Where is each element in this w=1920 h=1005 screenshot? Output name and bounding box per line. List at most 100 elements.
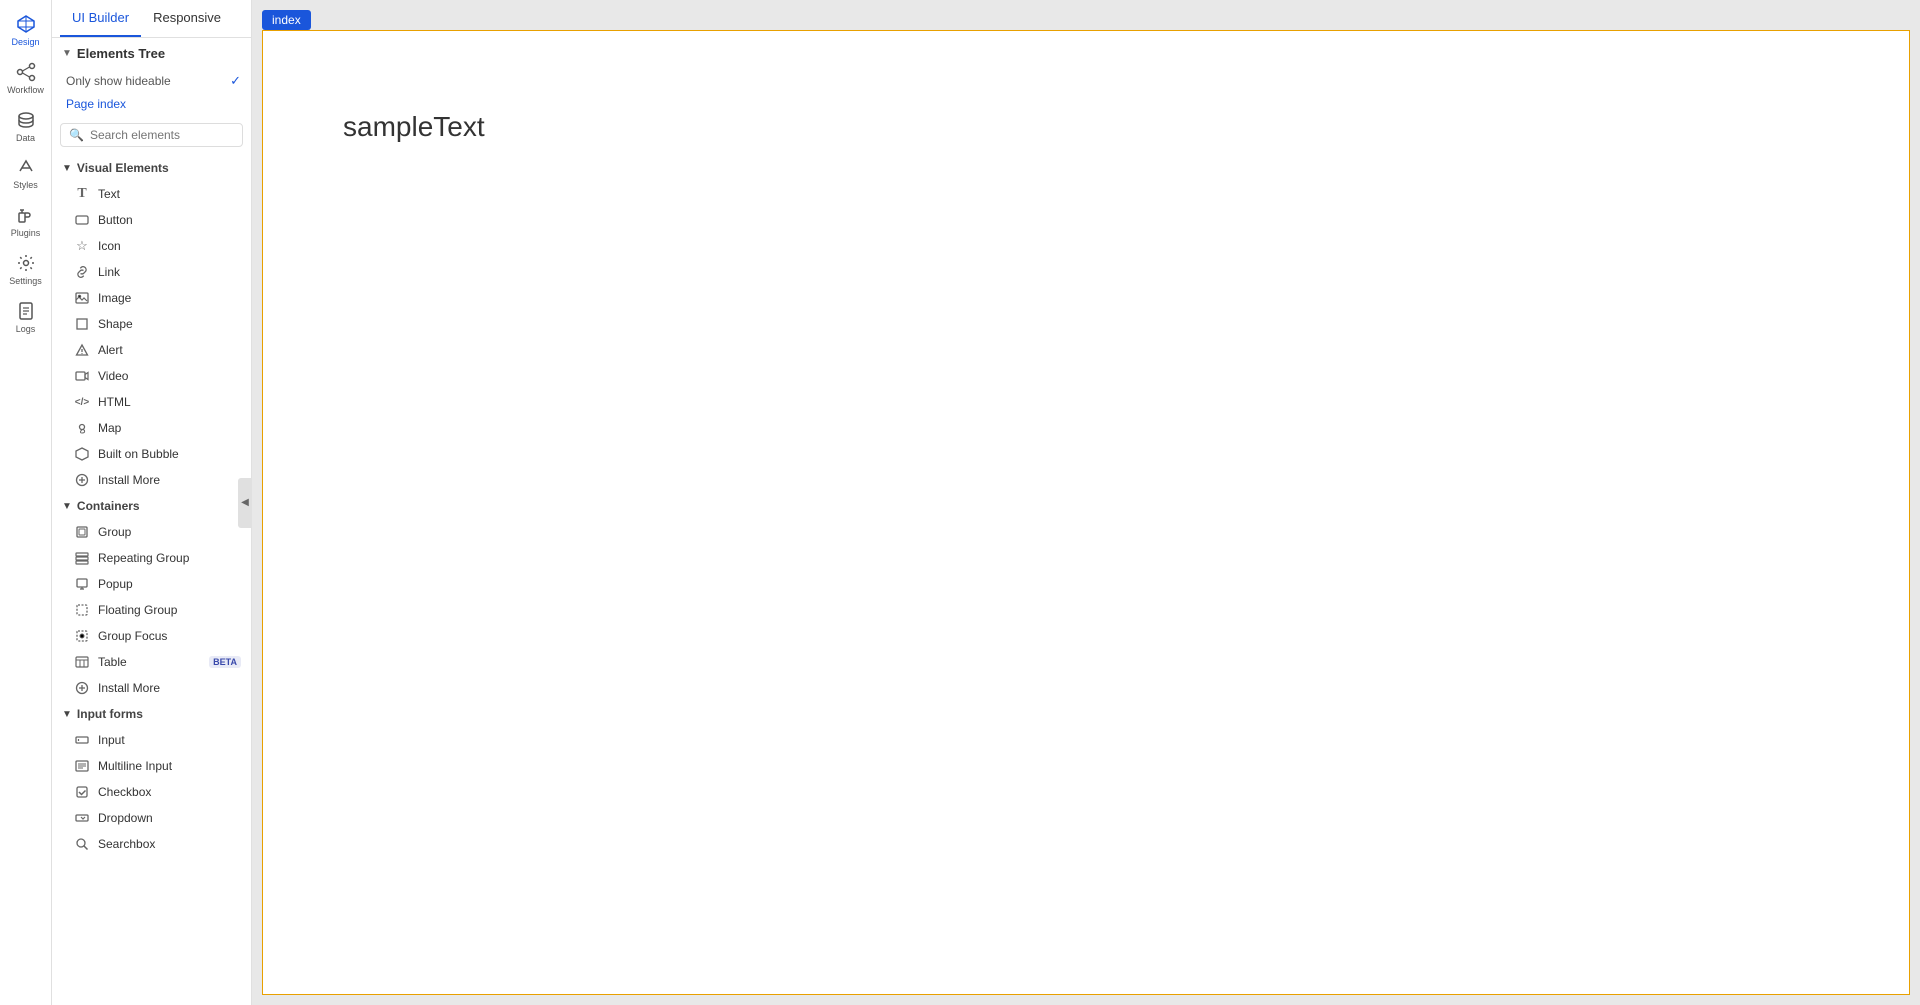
input-forms-label: Input forms bbox=[77, 707, 143, 721]
design-icon bbox=[16, 14, 36, 34]
element-group-focus[interactable]: Group Focus bbox=[52, 623, 251, 649]
element-image[interactable]: Image bbox=[52, 285, 251, 311]
video-icon bbox=[74, 368, 90, 384]
image-label: Image bbox=[98, 291, 131, 305]
popup-label: Popup bbox=[98, 577, 133, 591]
group-label: Group bbox=[98, 525, 131, 539]
group-focus-icon bbox=[74, 628, 90, 644]
element-repeating-group[interactable]: Repeating Group bbox=[52, 545, 251, 571]
tab-ui-builder[interactable]: UI Builder bbox=[60, 0, 141, 37]
element-html[interactable]: </> HTML bbox=[52, 389, 251, 415]
data-label: Data bbox=[16, 133, 35, 144]
input-icon bbox=[74, 732, 90, 748]
containers-label: Containers bbox=[77, 499, 140, 513]
icon-sidebar: Design Workflow Data bbox=[0, 0, 52, 1005]
settings-icon bbox=[16, 253, 36, 273]
plugins-icon bbox=[16, 205, 36, 225]
image-icon bbox=[74, 290, 90, 306]
element-map[interactable]: Map bbox=[52, 415, 251, 441]
dropdown-label: Dropdown bbox=[98, 811, 153, 825]
dropdown-icon bbox=[74, 810, 90, 826]
icon-label: Icon bbox=[98, 239, 121, 253]
table-icon bbox=[74, 654, 90, 670]
input-forms-header[interactable]: ▼ Input forms bbox=[52, 701, 251, 727]
alert-label: Alert bbox=[98, 343, 123, 357]
built-on-bubble-icon bbox=[74, 446, 90, 462]
canvas-content[interactable]: sampleText bbox=[262, 30, 1910, 995]
install-more-containers-icon bbox=[74, 680, 90, 696]
install-more-containers-label: Install More bbox=[98, 681, 160, 695]
multiline-input-icon bbox=[74, 758, 90, 774]
top-tabs: UI Builder Responsive bbox=[52, 0, 251, 38]
element-floating-group[interactable]: Floating Group bbox=[52, 597, 251, 623]
sidebar-item-plugins[interactable]: Plugins bbox=[2, 199, 50, 245]
element-table[interactable]: Table BETA bbox=[52, 649, 251, 675]
search-box: 🔍 bbox=[60, 123, 243, 147]
floating-group-label: Floating Group bbox=[98, 603, 177, 617]
element-icon[interactable]: ☆ Icon bbox=[52, 233, 251, 259]
tab-responsive[interactable]: Responsive bbox=[141, 0, 233, 37]
searchbox-icon bbox=[74, 836, 90, 852]
styles-label: Styles bbox=[13, 180, 38, 191]
elements-tree-header[interactable]: ▼ Elements Tree bbox=[52, 38, 251, 69]
sidebar-item-settings[interactable]: Settings bbox=[2, 247, 50, 293]
containers-chevron: ▼ bbox=[62, 501, 72, 512]
html-icon: </> bbox=[74, 394, 90, 410]
element-built-on-bubble[interactable]: Built on Bubble bbox=[52, 441, 251, 467]
visual-elements-header[interactable]: ▼ Visual Elements bbox=[52, 155, 251, 181]
checkbox-icon bbox=[74, 784, 90, 800]
plugins-label: Plugins bbox=[11, 228, 41, 239]
element-alert[interactable]: Alert bbox=[52, 337, 251, 363]
visual-elements-chevron: ▼ bbox=[62, 163, 72, 174]
design-label: Design bbox=[11, 37, 39, 48]
table-label: Table bbox=[98, 655, 127, 669]
element-searchbox[interactable]: Searchbox bbox=[52, 831, 251, 857]
element-text[interactable]: T Text bbox=[52, 181, 251, 207]
element-popup[interactable]: Popup bbox=[52, 571, 251, 597]
sidebar-item-workflow[interactable]: Workflow bbox=[2, 56, 50, 102]
shape-label: Shape bbox=[98, 317, 133, 331]
element-multiline-input[interactable]: Multiline Input bbox=[52, 753, 251, 779]
elements-tree-chevron: ▼ bbox=[62, 48, 72, 59]
elements-panel-wrapper: UI Builder Responsive ▼ Elements Tree On… bbox=[52, 0, 252, 1005]
sidebar-item-data[interactable]: Data bbox=[2, 104, 50, 150]
element-shape[interactable]: Shape bbox=[52, 311, 251, 337]
workflow-icon bbox=[16, 62, 36, 82]
group-icon bbox=[74, 524, 90, 540]
sidebar-item-styles[interactable]: Styles bbox=[2, 151, 50, 197]
element-group[interactable]: Group bbox=[52, 519, 251, 545]
index-tab[interactable]: index bbox=[262, 10, 311, 30]
logs-label: Logs bbox=[16, 324, 36, 335]
hideable-label: Only show hideable bbox=[66, 74, 171, 88]
floating-group-icon bbox=[74, 602, 90, 618]
search-icon: 🔍 bbox=[69, 128, 84, 142]
containers-header[interactable]: ▼ Containers bbox=[52, 493, 251, 519]
panel-collapse-handle[interactable]: ◀ bbox=[238, 478, 252, 528]
input-forms-chevron: ▼ bbox=[62, 709, 72, 720]
element-link[interactable]: Link bbox=[52, 259, 251, 285]
map-label: Map bbox=[98, 421, 121, 435]
sidebar-item-logs[interactable]: Logs bbox=[2, 295, 50, 341]
search-input[interactable] bbox=[90, 128, 245, 142]
built-on-bubble-label: Built on Bubble bbox=[98, 447, 179, 461]
element-checkbox[interactable]: Checkbox bbox=[52, 779, 251, 805]
searchbox-label: Searchbox bbox=[98, 837, 155, 851]
elements-tree-label: Elements Tree bbox=[77, 46, 165, 61]
element-button[interactable]: Button bbox=[52, 207, 251, 233]
install-more-visual-label: Install More bbox=[98, 473, 160, 487]
sidebar-item-design[interactable]: Design bbox=[2, 8, 50, 54]
visual-elements-label: Visual Elements bbox=[77, 161, 169, 175]
element-dropdown[interactable]: Dropdown bbox=[52, 805, 251, 831]
element-input[interactable]: Input bbox=[52, 727, 251, 753]
sample-text: sampleText bbox=[343, 111, 485, 143]
panel-scroll: ▼ Visual Elements T Text Button ☆ Icon bbox=[52, 155, 251, 1005]
repeating-group-icon bbox=[74, 550, 90, 566]
shape-icon bbox=[74, 316, 90, 332]
element-install-more-containers[interactable]: Install More bbox=[52, 675, 251, 701]
page-index-link[interactable]: Page index bbox=[52, 93, 251, 119]
workflow-label: Workflow bbox=[7, 85, 44, 96]
element-install-more-visual[interactable]: Install More bbox=[52, 467, 251, 493]
element-video[interactable]: Video bbox=[52, 363, 251, 389]
link-label: Link bbox=[98, 265, 120, 279]
button-icon bbox=[74, 212, 90, 228]
